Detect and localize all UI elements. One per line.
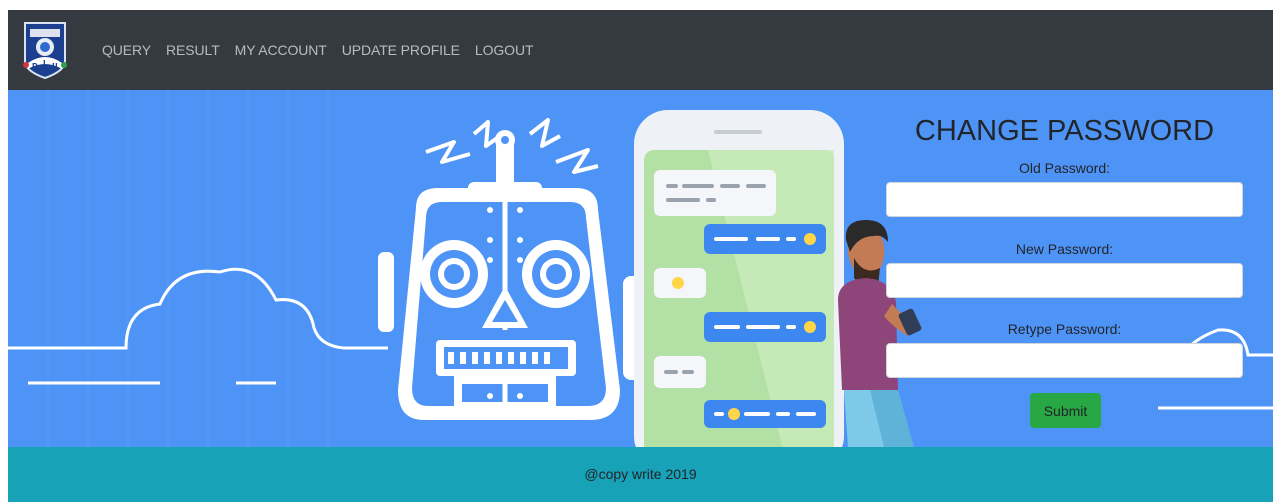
footer-copyright: @copy write 2019 — [584, 466, 697, 482]
phone-illustration — [634, 110, 844, 447]
submit-button[interactable]: Submit — [1030, 393, 1101, 428]
retype-password-input[interactable] — [886, 343, 1243, 378]
svg-text:U: U — [52, 62, 58, 70]
nav-link-query[interactable]: QUERY — [102, 42, 151, 58]
navbar: D I U QUERY RESULT MY ACCOUNT UPDATE PRO… — [8, 10, 1273, 90]
form-title: CHANGE PASSWORD — [914, 115, 1215, 147]
nav-link-my-account[interactable]: MY ACCOUNT — [235, 42, 327, 58]
footer: @copy write 2019 — [8, 447, 1273, 502]
nav-link-update-profile[interactable]: UPDATE PROFILE — [342, 42, 460, 58]
new-password-input[interactable] — [886, 263, 1243, 298]
nav-link-logout[interactable]: LOGOUT — [475, 42, 534, 58]
old-password-input[interactable] — [886, 182, 1243, 217]
old-password-label: Old Password: — [1018, 160, 1111, 176]
nav-links: QUERY RESULT MY ACCOUNT UPDATE PROFILE L… — [102, 42, 548, 58]
diu-logo-icon[interactable]: D I U — [22, 21, 68, 80]
robot-head — [378, 188, 643, 420]
svg-text:I: I — [43, 59, 46, 67]
new-password-label: New Password: — [1015, 241, 1114, 257]
svg-text:D: D — [32, 62, 38, 70]
cloud-left — [8, 267, 388, 350]
page: D I U QUERY RESULT MY ACCOUNT UPDATE PRO… — [8, 10, 1273, 502]
hero-banner: CHANGE PASSWORD Old Password: New Passwo… — [8, 90, 1273, 447]
nav-link-result[interactable]: RESULT — [166, 42, 220, 58]
change-password-form: CHANGE PASSWORD Old Password: New Passwo… — [886, 90, 1243, 447]
retype-password-label: Retype Password: — [1007, 321, 1122, 337]
